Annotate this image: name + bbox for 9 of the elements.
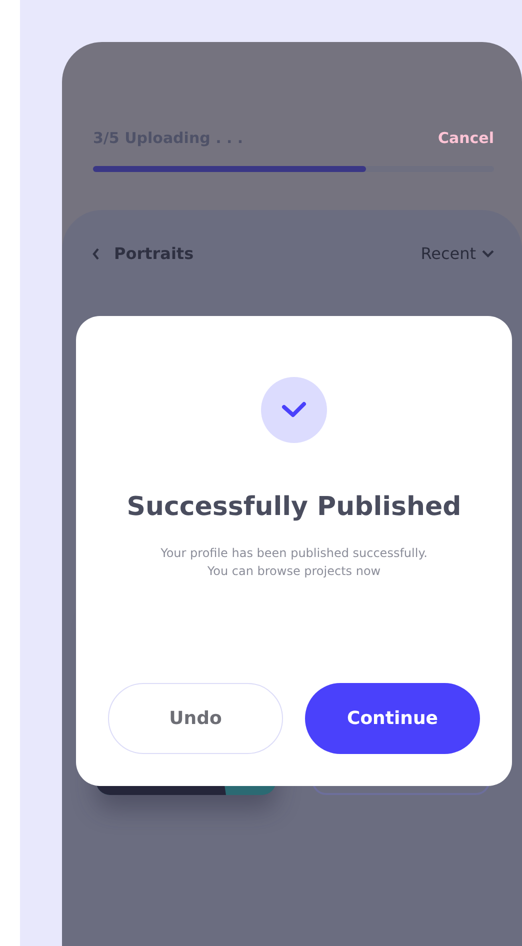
undo-button[interactable]: Undo	[108, 683, 283, 754]
dialog-message: Your profile has been published successfully. You can browse projects now	[160, 545, 428, 580]
sort-dropdown[interactable]: Recent	[420, 244, 494, 263]
album-title: Portraits	[114, 244, 194, 263]
cancel-link[interactable]: Cancel	[438, 129, 494, 147]
chevron-down-icon	[482, 250, 494, 258]
continue-button[interactable]: Continue	[305, 683, 480, 754]
dialog-title: Successfully Published	[126, 492, 462, 522]
back-icon[interactable]	[92, 248, 100, 260]
